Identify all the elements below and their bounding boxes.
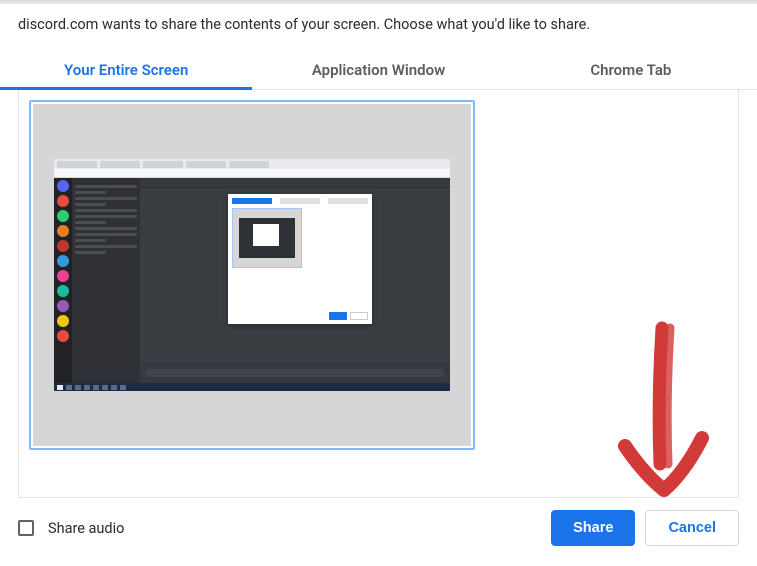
button-label: Share [573,520,613,536]
cancel-button[interactable]: Cancel [645,510,739,546]
tab-label: Chrome Tab [590,61,671,79]
share-audio-checkbox[interactable]: Share audio [18,520,124,537]
preview-area [18,90,739,498]
share-audio-label: Share audio [48,520,124,537]
share-source-tabs: Your Entire Screen Application Window Ch… [0,49,757,90]
share-button[interactable]: Share [551,510,635,546]
permission-prompt-text: discord.com wants to share the contents … [0,4,757,39]
desktop-thumbnail [54,159,450,391]
screen-preview-tile[interactable] [29,100,475,450]
tab-label: Your Entire Screen [64,61,188,79]
dialog-footer: Share audio Share Cancel [0,496,757,566]
tab-label: Application Window [312,61,445,79]
tab-chrome-tab[interactable]: Chrome Tab [505,49,757,90]
checkbox-icon [18,520,34,536]
button-label: Cancel [668,520,716,536]
tab-entire-screen[interactable]: Your Entire Screen [0,49,252,90]
tab-application-window[interactable]: Application Window [252,49,504,90]
screen-preview-thumb [33,104,471,446]
